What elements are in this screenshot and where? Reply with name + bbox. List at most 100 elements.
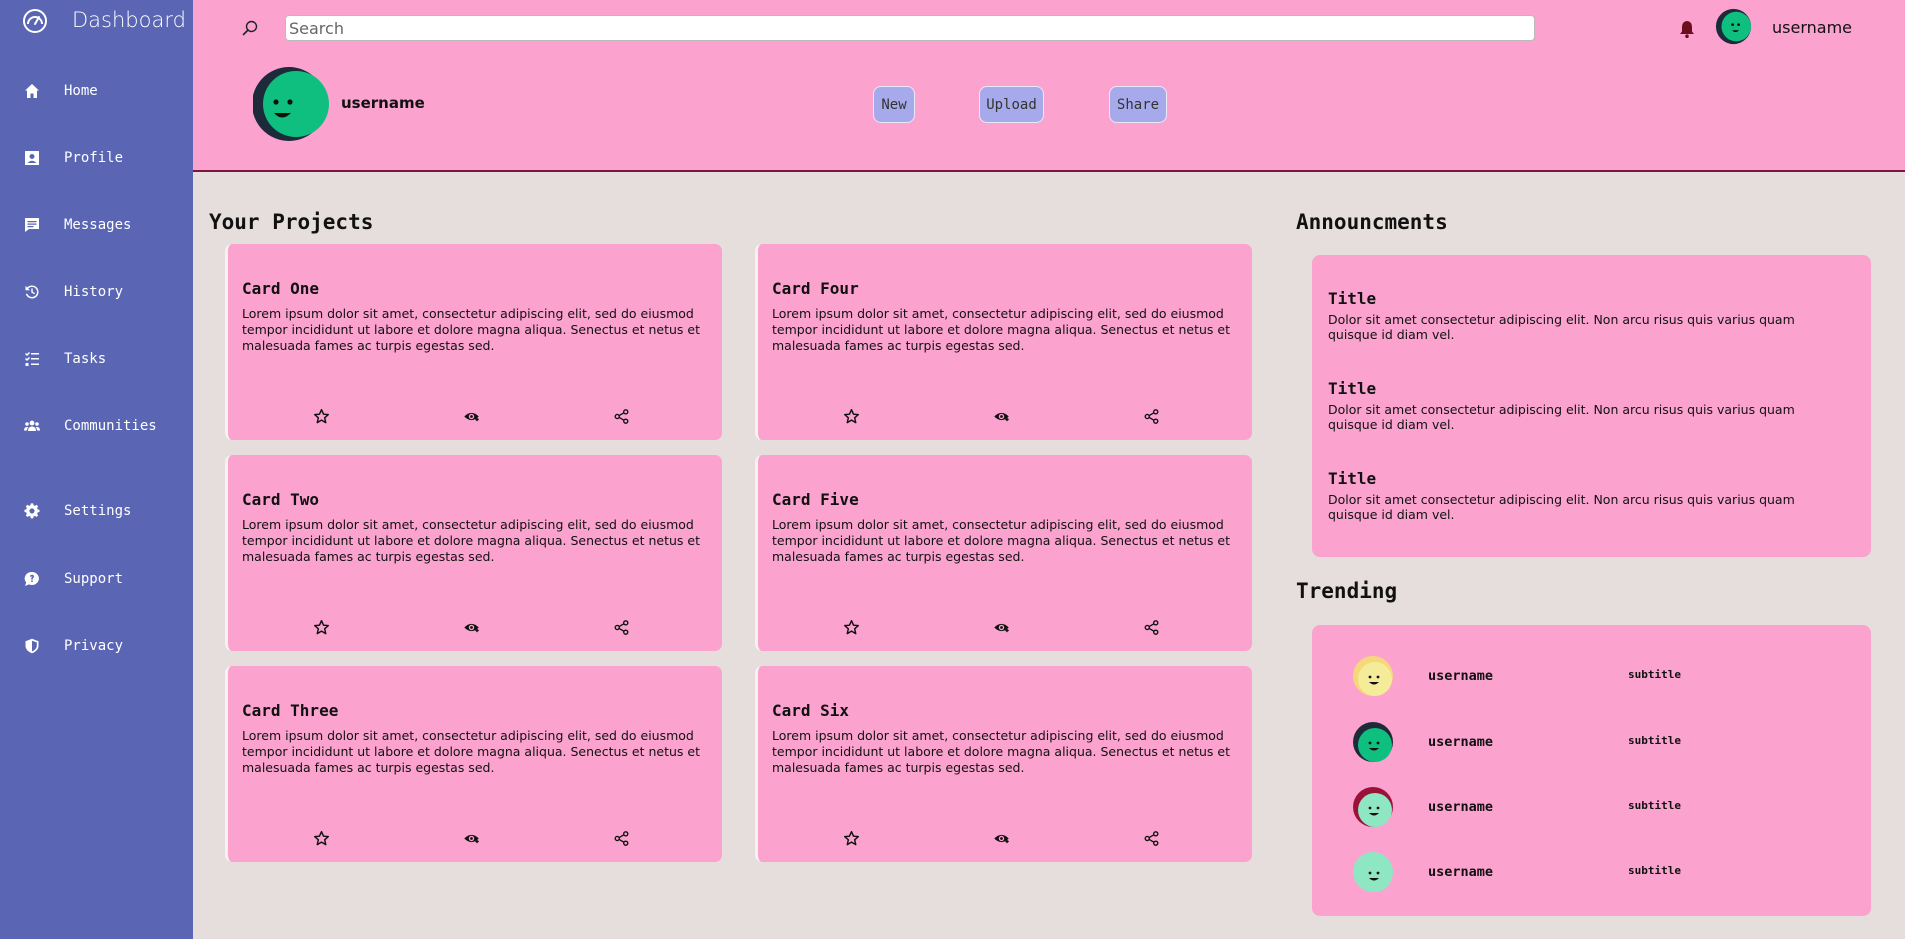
sidebar-item-support[interactable]: Support [0,559,193,599]
brand-title: Dashboard [72,8,186,32]
card-text: Lorem ipsum dolor sit amet, consectetur … [242,306,700,353]
announcement-title: Title [1328,289,1377,308]
announcement-text: Dolor sit amet consectetur adipiscing el… [1328,312,1795,342]
brand[interactable]: Dashboard [22,6,186,36]
messages-icon [23,216,41,234]
sidebar-item-label: Support [64,571,124,587]
sidebar-item-profile[interactable]: Profile [0,138,193,178]
sidebar-item-label: Messages [64,217,132,233]
card-text: Lorem ipsum dolor sit amet, consectetur … [242,728,700,775]
share-icon[interactable] [1141,406,1161,426]
announcement-title: Title [1328,379,1377,398]
announcement-text: Dolor sit amet consectetur adipiscing el… [1328,402,1795,432]
card-title: Card Five [772,490,859,509]
avatar [1353,656,1393,696]
trending-username: username [1428,668,1494,684]
upload-button[interactable]: Upload [979,86,1044,123]
watch-eye-icon[interactable] [461,617,481,637]
watch-eye-icon[interactable] [991,406,1011,426]
project-card[interactable]: Card Three Lorem ipsum dolor sit amet, co… [225,666,722,862]
project-card[interactable]: Card Six Lorem ipsum dolor sit amet, cons… [755,666,1252,862]
dashboard-gauge-icon [23,9,47,33]
avatar [1353,852,1393,892]
card-title: Card Six [772,701,850,720]
announcement-item[interactable]: Title Dolor sit amet consectetur adipisc… [1328,289,1848,342]
share-icon[interactable] [1141,828,1161,848]
sidebar-item-label: History [64,284,124,300]
announcement-item[interactable]: Title Dolor sit amet consectetur adipisc… [1328,379,1848,432]
home-icon [23,82,41,100]
star-icon[interactable] [311,617,331,637]
sidebar-item-home[interactable]: Home [0,71,193,111]
search-input[interactable] [285,15,1535,41]
share-icon[interactable] [1141,617,1161,637]
share-icon[interactable] [611,828,631,848]
sidebar: Dashboard Home Profile Messages History … [0,0,193,939]
sidebar-item-settings[interactable]: Settings [0,491,193,531]
star-icon[interactable] [841,406,861,426]
gear-icon [23,502,41,520]
watch-eye-icon[interactable] [461,406,481,426]
card-title: Card Three [242,701,339,720]
announcement-item[interactable]: Title Dolor sit amet consectetur adipisc… [1328,469,1848,522]
sidebar-item-privacy[interactable]: Privacy [0,626,193,666]
search-icon[interactable] [241,19,259,37]
trending-row[interactable]: username subtitle [1312,851,1871,897]
announcements-title: Announcments [1296,210,1448,234]
sidebar-item-label: Privacy [64,638,124,654]
trending-username: username [1428,734,1494,750]
avatar [1353,722,1393,762]
trending-username: username [1428,799,1494,815]
star-icon[interactable] [311,828,331,848]
share-icon[interactable] [611,406,631,426]
announcement-text: Dolor sit amet consectetur adipiscing el… [1328,492,1795,522]
card-title: Card One [242,279,320,298]
header: username username New Upload Share [193,0,1905,172]
sidebar-item-history[interactable]: History [0,272,193,312]
trending-subtitle: subtitle [1628,864,1681,877]
sidebar-item-label: Profile [64,150,124,166]
new-button[interactable]: New [873,86,915,123]
trending-subtitle: subtitle [1628,668,1681,681]
history-icon [23,283,41,301]
trending-row[interactable]: username subtitle [1312,721,1871,767]
trending-subtitle: subtitle [1628,799,1681,812]
share-button[interactable]: Share [1109,86,1167,123]
card-title: Card Two [242,490,320,509]
watch-eye-icon[interactable] [991,828,1011,848]
header-username[interactable]: username [1772,18,1852,37]
watch-eye-icon[interactable] [991,617,1011,637]
sidebar-item-tasks[interactable]: Tasks [0,339,193,379]
profile-avatar [253,67,329,141]
project-card[interactable]: Card Five Lorem ipsum dolor sit amet, con… [755,455,1252,651]
project-card[interactable]: Card One Lorem ipsum dolor sit amet, cons… [225,244,722,440]
communities-icon [23,417,41,435]
avatar[interactable] [1715,8,1752,45]
sidebar-item-communities[interactable]: Communities [0,406,193,446]
card-text: Lorem ipsum dolor sit amet, consectetur … [772,517,1230,564]
project-card[interactable]: Card Four Lorem ipsum dolor sit amet, con… [755,244,1252,440]
announcement-title: Title [1328,469,1377,488]
avatar [1353,787,1393,827]
profile-icon [23,149,41,167]
star-icon[interactable] [841,617,861,637]
sidebar-item-label: Settings [64,503,132,519]
trending-panel: username subtitle username subtitle username… [1312,625,1871,916]
watch-eye-icon[interactable] [461,828,481,848]
star-icon[interactable] [311,406,331,426]
card-text: Lorem ipsum dolor sit amet, consectetur … [242,517,700,564]
sidebar-item-label: Communities [64,418,157,434]
star-icon[interactable] [841,828,861,848]
sidebar-item-messages[interactable]: Messages [0,205,193,245]
card-title: Card Four [772,279,859,298]
sidebar-item-label: Home [64,83,98,99]
share-icon[interactable] [611,617,631,637]
project-card[interactable]: Card Two Lorem ipsum dolor sit amet, cons… [225,455,722,651]
announcements-panel: Title Dolor sit amet consectetur adipisc… [1312,255,1871,557]
bell-icon[interactable] [1678,19,1696,39]
trending-row[interactable]: username subtitle [1312,655,1871,701]
support-icon [23,570,41,588]
trending-row[interactable]: username subtitle [1312,786,1871,832]
sidebar-item-label: Tasks [64,351,107,367]
trending-title: Trending [1296,579,1398,603]
